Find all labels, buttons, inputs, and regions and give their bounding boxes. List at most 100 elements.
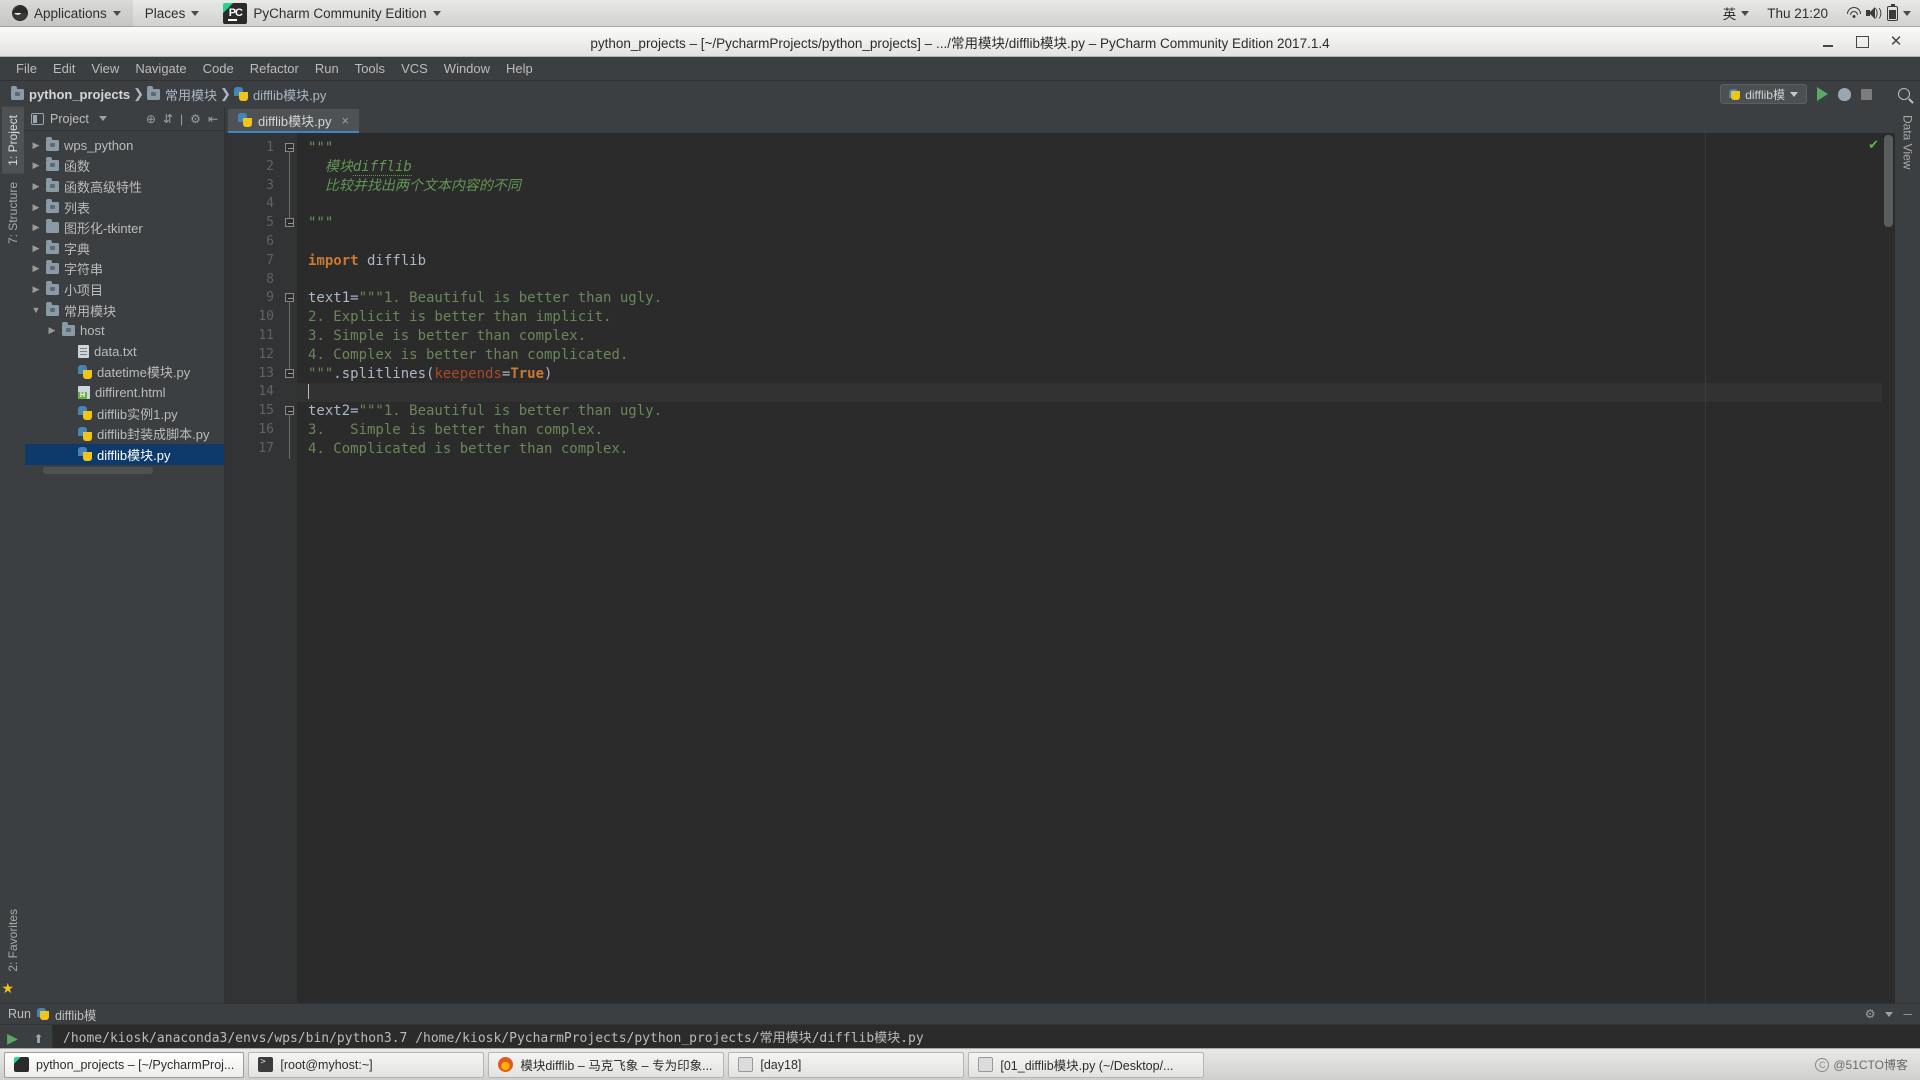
inspection-status-icon[interactable]: ✔ [1868, 137, 1879, 153]
run-configuration-selector[interactable]: difflib模 [1720, 84, 1807, 104]
code-line[interactable]: text1="""1. Beautiful is better than ugl… [297, 289, 1895, 308]
run-button[interactable] [1817, 87, 1828, 101]
fold-marker[interactable] [283, 214, 297, 233]
tree-item[interactable]: ▶ 小项目 [25, 279, 224, 300]
debug-button[interactable] [1838, 87, 1851, 101]
maximize-button[interactable] [1854, 34, 1870, 50]
chevron-right-icon[interactable]: ▶ [31, 263, 41, 274]
collapse-all-icon[interactable]: ⇵ [163, 112, 173, 126]
chevron-right-icon[interactable]: ▶ [31, 181, 41, 192]
close-icon[interactable]: × [341, 113, 349, 128]
tree-item[interactable]: ▶ 字典 [25, 238, 224, 259]
chevron-down-icon[interactable] [98, 116, 107, 121]
fold-collapse-icon[interactable] [285, 218, 294, 228]
hide-panel-icon[interactable]: ─ [1903, 1007, 1912, 1021]
chevron-down-icon[interactable] [1885, 1011, 1894, 1017]
input-method-indicator[interactable]: 英 [1714, 0, 1759, 27]
code-line[interactable]: 2. Explicit is better than implicit. [297, 308, 1895, 327]
settings-gear-icon[interactable]: ⚙ [1865, 1007, 1876, 1021]
taskbar-item[interactable]: 模块difflib – 马克飞象 – 专为印象... [488, 1051, 725, 1078]
code-line[interactable]: """ [297, 214, 1895, 233]
tree-item[interactable]: datetime模块.py [25, 362, 224, 383]
project-tree[interactable]: ▶ wps_python ▶ 函数 ▶ 函数高级特性 ▶ 列表 ▶ 图形化-tkinter ▶ 字典 ▶… [25, 131, 224, 1003]
menu-refactor[interactable]: Refactor [242, 59, 307, 78]
chevron-right-icon[interactable]: ▶ [31, 284, 41, 295]
tree-item[interactable]: ▶ host [25, 320, 224, 341]
code-line[interactable]: import difflib [297, 252, 1895, 271]
fold-marker[interactable] [283, 289, 297, 309]
sidebar-tab-favorites[interactable]: 2: Favorites [2, 901, 24, 980]
settings-gear-icon[interactable]: ⚙ [190, 112, 201, 126]
project-tree-horizontal-scrollbar[interactable] [43, 466, 153, 474]
tree-item[interactable]: ▶ 图形化-tkinter [25, 217, 224, 238]
taskbar-item[interactable]: [01_difflib模块.py (~/Desktop/... [968, 1051, 1205, 1078]
code-folding-gutter[interactable] [283, 133, 297, 1003]
rerun-icon[interactable]: ▶ [5, 1030, 20, 1046]
tree-item[interactable]: difflib实例1.py [25, 403, 224, 424]
clock[interactable]: Thu 21:20 [1758, 0, 1837, 27]
sidebar-tab-data-view[interactable]: Data View [1897, 107, 1919, 177]
chevron-right-icon[interactable]: ▶ [31, 140, 41, 151]
tree-item[interactable]: difflib封装成脚本.py [25, 423, 224, 444]
applications-menu[interactable]: Applications [0, 0, 133, 27]
breadcrumb-item-project[interactable]: python_projects [8, 85, 133, 102]
menu-vcs[interactable]: VCS [393, 59, 436, 78]
code-line[interactable] [297, 271, 1895, 290]
code-editor[interactable]: 1 2 3 4 5 6 7 8 9 10 11 12 13 14 15 16 17 """ 模块difflib … [225, 133, 1895, 1003]
tree-item[interactable]: difflib模块.py [25, 443, 224, 465]
scrollbar-thumb[interactable] [1884, 135, 1893, 227]
chevron-right-icon[interactable]: ▶ [31, 202, 41, 213]
code-line[interactable]: text2="""1. Beautiful is better than ugl… [297, 402, 1895, 421]
code-line[interactable]: 3. Simple is better than complex. [297, 327, 1895, 346]
system-status-area[interactable]: )) [1837, 0, 1920, 27]
fold-marker[interactable] [283, 402, 297, 421]
tree-item[interactable]: ▶ 字符串 [25, 259, 224, 280]
code-line[interactable]: 4. Complicated is better than complex. [297, 440, 1895, 459]
code-line[interactable]: 比较并找出两个文本内容的不同 [297, 177, 1895, 196]
places-menu[interactable]: Places [133, 0, 212, 27]
fold-collapse-icon[interactable] [285, 368, 294, 378]
chevron-right-icon[interactable]: ▶ [31, 160, 41, 171]
sidebar-tab-project[interactable]: 1: Project [1, 107, 24, 174]
active-app-menu[interactable]: PC PyCharm Community Edition [211, 0, 452, 27]
tree-item[interactable]: ▶ wps_python [25, 135, 224, 156]
menu-window[interactable]: Window [436, 59, 498, 78]
close-button[interactable]: ✕ [1888, 34, 1904, 50]
sidebar-tab-structure[interactable]: 7: Structure [2, 174, 24, 252]
editor-scrollbar[interactable] [1882, 133, 1895, 1003]
minimize-button[interactable] [1820, 34, 1836, 50]
search-everywhere-button[interactable] [1898, 88, 1910, 100]
favorites-star-icon[interactable]: ★ [2, 980, 24, 1003]
scroll-from-source-icon[interactable]: ⊕ [146, 112, 156, 126]
code-text[interactable]: """ 模块difflib 比较并找出两个文本内容的不同 """ import … [297, 133, 1895, 1003]
menu-help[interactable]: Help [498, 59, 541, 78]
code-line[interactable]: """ [297, 139, 1895, 158]
menu-view[interactable]: View [83, 59, 127, 78]
taskbar-item[interactable]: [day18] [728, 1051, 965, 1078]
breadcrumb-item-folder[interactable]: 常用模块 [144, 85, 220, 104]
menu-code[interactable]: Code [195, 59, 242, 78]
chevron-right-icon[interactable]: ▶ [31, 243, 41, 254]
breadcrumb-item-file[interactable]: difflib模块.py [231, 85, 329, 104]
menu-tools[interactable]: Tools [347, 59, 393, 78]
code-line[interactable]: """.splitlines(keepends=True) [297, 365, 1895, 384]
taskbar-item[interactable]: python_projects – [~/PycharmProj... [4, 1051, 245, 1078]
code-line[interactable]: 模块difflib [297, 158, 1895, 177]
up-icon[interactable]: ⬆ [31, 1031, 46, 1046]
code-line[interactable]: 3. Simple is better than complex. [297, 421, 1895, 440]
code-line[interactable] [297, 195, 1895, 214]
menu-navigate[interactable]: Navigate [127, 59, 194, 78]
tree-item[interactable]: ▶ 函数 [25, 156, 224, 177]
menu-run[interactable]: Run [307, 59, 347, 78]
tree-item[interactable]: ▼ 常用模块 [25, 300, 224, 321]
tree-item[interactable]: data.txt [25, 341, 224, 362]
menu-file[interactable]: File [8, 59, 45, 78]
stop-button[interactable] [1861, 88, 1872, 100]
fold-marker[interactable] [283, 139, 297, 158]
chevron-down-icon[interactable]: ▼ [31, 305, 41, 315]
code-line[interactable] [297, 233, 1895, 252]
chevron-right-icon[interactable]: ▶ [31, 222, 41, 233]
code-line[interactable] [297, 383, 1895, 403]
menu-edit[interactable]: Edit [45, 59, 83, 78]
tree-item[interactable]: diffirent.html [25, 382, 224, 403]
